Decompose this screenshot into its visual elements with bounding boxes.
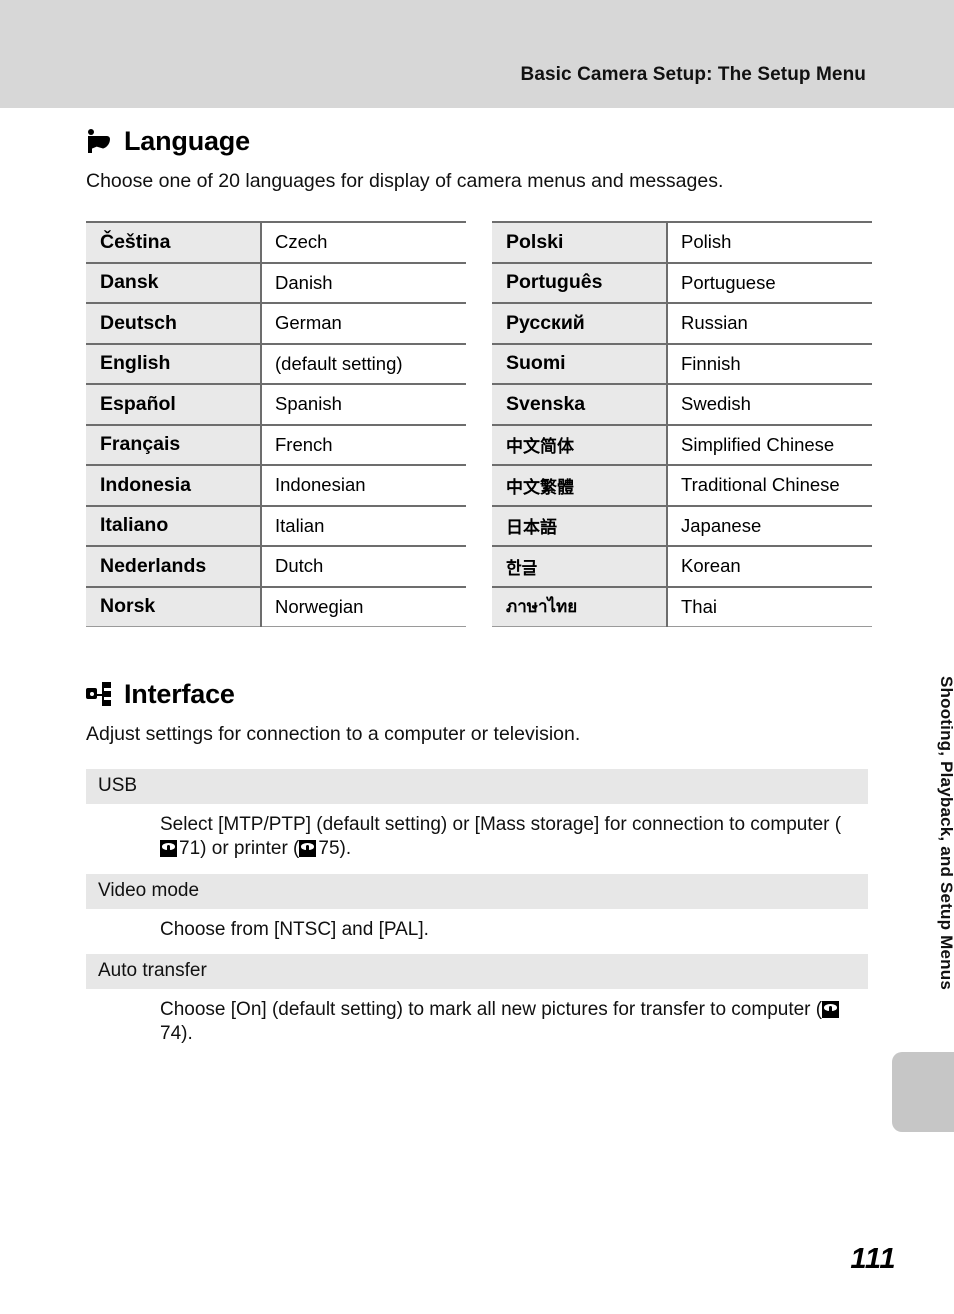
language-native-name: 日本語	[492, 505, 668, 547]
language-english-name: Portuguese	[667, 262, 872, 304]
language-english-name: Polish	[667, 221, 872, 264]
running-header-band	[0, 0, 954, 108]
language-section: Language Choose one of 20 languages for …	[86, 122, 723, 193]
language-native-name: Português	[492, 262, 668, 304]
language-table-row: Indonesia Indonesian	[86, 465, 466, 507]
language-table-left: Čeština Czech Dansk Danish Deutsch German Engl…	[86, 221, 466, 627]
interface-hub-icon	[86, 681, 112, 707]
language-table-row: Русский Russian	[492, 303, 872, 345]
language-native-name: Suomi	[492, 343, 668, 385]
language-native-name: Indonesia	[86, 465, 262, 507]
language-native-name: Русский	[492, 303, 668, 345]
language-native-name: English	[86, 343, 262, 385]
language-english-name: Danish	[261, 262, 466, 304]
language-table-row: Nederlands Dutch	[86, 546, 466, 588]
language-english-name: Spanish	[261, 384, 466, 426]
language-table-row: Polski Polish	[492, 221, 872, 264]
language-section-heading: Language	[86, 122, 723, 160]
language-english-name: French	[261, 424, 466, 466]
usb-reference-page-1: 71	[179, 838, 201, 860]
language-table-row: Svenska Swedish	[492, 384, 872, 426]
usb-definition-part-2: ) or printer (	[200, 838, 300, 860]
language-english-name: German	[261, 303, 466, 345]
language-english-name: Japanese	[667, 505, 872, 547]
language-native-name: 中文繁體	[492, 465, 668, 507]
language-english-name: Russian	[667, 303, 872, 345]
page-number: 111	[850, 1243, 896, 1275]
language-table-row: English (default setting)	[86, 343, 466, 385]
language-table-row: Norsk Norwegian	[86, 586, 466, 627]
interface-term-auto-transfer: Auto transfer	[86, 952, 868, 989]
language-english-name: Italian	[261, 505, 466, 547]
language-english-name: Simplified Chinese	[667, 424, 872, 466]
language-table-row: Español Spanish	[86, 384, 466, 426]
language-table-right: Polski Polish Português Portuguese Русский Ru…	[492, 221, 872, 627]
language-english-name: Norwegian	[261, 586, 466, 627]
auto-transfer-definition-part-2: ).	[181, 1023, 193, 1045]
language-table-row: Português Portuguese	[492, 262, 872, 304]
language-english-name: Dutch	[261, 546, 466, 588]
language-table-row: Français French	[86, 424, 466, 466]
language-table-row: 中文简体 Simplified Chinese	[492, 424, 872, 466]
language-native-name: Deutsch	[86, 303, 262, 345]
language-english-name: Traditional Chinese	[667, 465, 872, 507]
language-native-name: Français	[86, 424, 262, 466]
page-reference-icon	[299, 840, 317, 858]
language-table-row: 한글 Korean	[492, 546, 872, 588]
language-section-title: Language	[124, 125, 250, 156]
interface-section-title: Interface	[124, 678, 235, 709]
page-reference-icon	[822, 1000, 840, 1018]
language-section-description: Choose one of 20 languages for display o…	[86, 170, 724, 192]
interface-section: Interface Adjust settings for connection…	[86, 675, 580, 746]
usb-definition-part-3: ).	[339, 838, 352, 860]
language-english-name: Indonesian	[261, 465, 466, 507]
usb-reference-page-2: 75	[318, 838, 340, 860]
language-table-row: Suomi Finnish	[492, 343, 872, 385]
interface-definition-auto-transfer: Choose [On] (default setting) to mark al…	[86, 988, 868, 1058]
language-table-row: Dansk Danish	[86, 262, 466, 304]
language-table-row: 日本語 Japanese	[492, 505, 872, 547]
interface-term-usb: USB	[86, 768, 868, 804]
side-chapter-tab	[892, 1052, 954, 1132]
language-native-name: 한글	[492, 546, 668, 588]
language-table-right-body: Polski Polish Português Portuguese Русский Ru…	[492, 221, 872, 627]
language-english-name: (default setting)	[261, 343, 466, 385]
interface-settings-list: USB Select [MTP/PTP] (default setting) o…	[86, 768, 868, 1058]
language-native-name: Norsk	[86, 586, 262, 627]
language-native-name: 中文简体	[492, 424, 668, 466]
language-native-name: Dansk	[86, 262, 262, 304]
interface-definition-usb: Select [MTP/PTP] (default setting) or [M…	[86, 804, 868, 873]
interface-term-video-mode: Video mode	[86, 872, 868, 909]
language-native-name: ภาษาไทย	[492, 586, 668, 627]
language-english-name: Swedish	[667, 384, 872, 426]
flag-icon	[86, 128, 112, 154]
language-english-name: Korean	[667, 546, 872, 588]
language-native-name: Polski	[492, 221, 668, 264]
auto-transfer-reference-page: 74	[160, 1023, 182, 1045]
page-reference-icon	[160, 840, 177, 858]
language-native-name: Italiano	[86, 505, 262, 547]
language-native-name: Čeština	[86, 221, 262, 264]
language-native-name: Español	[86, 384, 262, 426]
interface-section-heading: Interface	[86, 675, 580, 713]
language-english-name: Czech	[261, 221, 466, 264]
side-running-label: Shooting, Playback, and Setup Menus	[937, 676, 954, 990]
auto-transfer-definition-part-1: Choose [On] (default setting) to mark al…	[160, 998, 823, 1020]
language-table-row: Deutsch German	[86, 303, 466, 345]
language-native-name: Nederlands	[86, 546, 262, 588]
language-english-name: Thai	[667, 586, 872, 627]
language-english-name: Finnish	[667, 343, 872, 385]
interface-section-description: Adjust settings for connection to a comp…	[86, 723, 581, 745]
language-table-left-body: Čeština Czech Dansk Danish Deutsch German Engl…	[86, 221, 466, 627]
language-table-row: Čeština Czech	[86, 221, 466, 264]
language-table-row: Italiano Italian	[86, 505, 466, 547]
language-native-name: Svenska	[492, 384, 668, 426]
interface-definition-video-mode: Choose from [NTSC] and [PAL].	[86, 908, 868, 953]
usb-definition-part-1: Select [MTP/PTP] (default setting) or [M…	[160, 814, 842, 835]
language-table-row: ภาษาไทย Thai	[492, 586, 872, 627]
language-table-row: 中文繁體 Traditional Chinese	[492, 465, 872, 507]
running-header-title: Basic Camera Setup: The Setup Menu	[520, 64, 866, 85]
